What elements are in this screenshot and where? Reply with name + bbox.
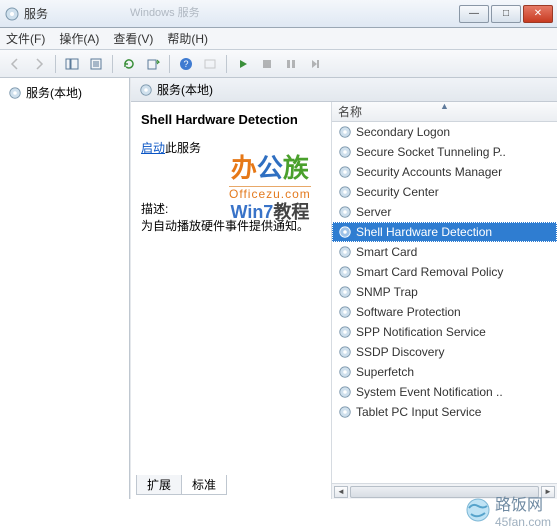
service-label: SSDP Discovery (356, 345, 444, 359)
watermark: 办公族 Officezu.com Win7教程 (229, 154, 311, 222)
extra-button[interactable] (199, 53, 221, 75)
stop-service-button[interactable] (256, 53, 278, 75)
wm-char1: 办 (231, 153, 257, 183)
menu-file[interactable]: 文件(F) (6, 30, 45, 47)
service-row[interactable]: Server (332, 202, 557, 222)
menu-view[interactable]: 查看(V) (113, 30, 153, 47)
service-row[interactable]: Shell Hardware Detection (332, 222, 557, 242)
service-row[interactable]: Secure Socket Tunneling P.. (332, 142, 557, 162)
export-button[interactable] (142, 53, 164, 75)
right-header-label: 服务(本地) (157, 81, 213, 98)
start-service-link[interactable]: 启动 (141, 141, 165, 155)
service-row[interactable]: Smart Card Removal Policy (332, 262, 557, 282)
title-bar: 服务 Windows 服务 — □ ✕ (0, 0, 557, 28)
toolbar: ? (0, 50, 557, 78)
footer-brand: 路饭网 (495, 491, 551, 515)
help-button[interactable]: ? (175, 53, 197, 75)
service-row[interactable]: SSDP Discovery (332, 342, 557, 362)
service-label: Server (356, 205, 391, 219)
service-row[interactable]: Tablet PC Input Service (332, 402, 557, 422)
service-row[interactable]: Smart Card (332, 242, 557, 262)
service-label: Smart Card (356, 245, 417, 259)
app-icon (4, 6, 20, 22)
show-hide-tree-button[interactable] (61, 53, 83, 75)
wm-char3: 族 (283, 153, 309, 183)
pause-service-button[interactable] (280, 53, 302, 75)
sort-arrow-icon: ▲ (440, 102, 449, 111)
service-list-pane: ▲ 名称 Secondary Logon Secure Socket Tunnel… (331, 102, 557, 499)
globe-icon (465, 497, 491, 523)
forward-button[interactable] (28, 53, 50, 75)
wm-char2: 公 (257, 153, 283, 183)
tree-pane: 服务(本地) (0, 78, 130, 499)
toolbar-separator (169, 55, 170, 73)
column-header-name[interactable]: ▲ 名称 (332, 102, 557, 122)
toolbar-separator (55, 55, 56, 73)
scroll-left-button[interactable]: ◄ (334, 486, 348, 498)
service-label: Security Center (356, 185, 439, 199)
tree-root-label: 服务(本地) (26, 84, 82, 101)
main-area: 服务(本地) 服务(本地) Shell Hardware Detection 启… (0, 78, 557, 499)
service-row[interactable]: Secondary Logon (332, 122, 557, 142)
service-label: SPP Notification Service (356, 325, 486, 339)
service-row[interactable]: Security Center (332, 182, 557, 202)
maximize-button[interactable]: □ (491, 5, 521, 23)
back-button[interactable] (4, 53, 26, 75)
selected-service-name: Shell Hardware Detection (141, 112, 323, 127)
footer-watermark: 路饭网 45fan.com (465, 491, 551, 529)
tab-standard[interactable]: 标准 (181, 475, 227, 495)
wm-win7: Win7 (230, 202, 273, 222)
service-label: Shell Hardware Detection (356, 225, 492, 239)
refresh-button[interactable] (118, 53, 140, 75)
toolbar-separator (112, 55, 113, 73)
right-pane-header: 服务(本地) (131, 78, 557, 102)
start-suffix: 此服务 (165, 141, 201, 155)
service-label: Smart Card Removal Policy (356, 265, 503, 279)
gear-icon (8, 86, 22, 100)
service-row[interactable]: System Event Notification .. (332, 382, 557, 402)
menu-action[interactable]: 操作(A) (59, 30, 99, 47)
window-title: 服务 (24, 5, 48, 22)
service-label: Secure Socket Tunneling P.. (356, 145, 506, 159)
service-row[interactable]: Security Accounts Manager (332, 162, 557, 182)
gear-icon (139, 83, 153, 97)
right-pane: 服务(本地) Shell Hardware Detection 启动此服务 描述… (130, 78, 557, 499)
tree-root-node[interactable]: 服务(本地) (6, 82, 123, 103)
menu-bar: 文件(F) 操作(A) 查看(V) 帮助(H) (0, 28, 557, 50)
close-button[interactable]: ✕ (523, 5, 553, 23)
service-label: Software Protection (356, 305, 461, 319)
service-label: System Event Notification .. (356, 385, 503, 399)
service-label: Superfetch (356, 365, 414, 379)
start-service-button[interactable] (232, 53, 254, 75)
ghost-title: Windows 服务 (130, 4, 200, 20)
service-list[interactable]: Secondary Logon Secure Socket Tunneling P… (332, 122, 557, 483)
svg-text:?: ? (183, 59, 188, 69)
tab-extended[interactable]: 扩展 (136, 475, 182, 495)
properties-button[interactable] (85, 53, 107, 75)
service-row[interactable]: SPP Notification Service (332, 322, 557, 342)
wm-tutorial: 教程 (273, 202, 309, 222)
toolbar-separator (226, 55, 227, 73)
restart-service-button[interactable] (304, 53, 326, 75)
service-row[interactable]: Software Protection (332, 302, 557, 322)
service-label: SNMP Trap (356, 285, 418, 299)
view-tabs: 扩展 标准 (136, 475, 226, 495)
wm-officezu: Officezu.com (229, 186, 311, 202)
service-row[interactable]: SNMP Trap (332, 282, 557, 302)
service-label: Secondary Logon (356, 125, 450, 139)
service-label: Tablet PC Input Service (356, 405, 481, 419)
service-label: Security Accounts Manager (356, 165, 502, 179)
minimize-button[interactable]: — (459, 5, 489, 23)
detail-pane: Shell Hardware Detection 启动此服务 描述: 为自动播放… (131, 102, 331, 499)
column-header-label: 名称 (338, 103, 362, 120)
menu-help[interactable]: 帮助(H) (167, 30, 208, 47)
service-row[interactable]: Superfetch (332, 362, 557, 382)
footer-domain: 45fan.com (495, 515, 551, 529)
